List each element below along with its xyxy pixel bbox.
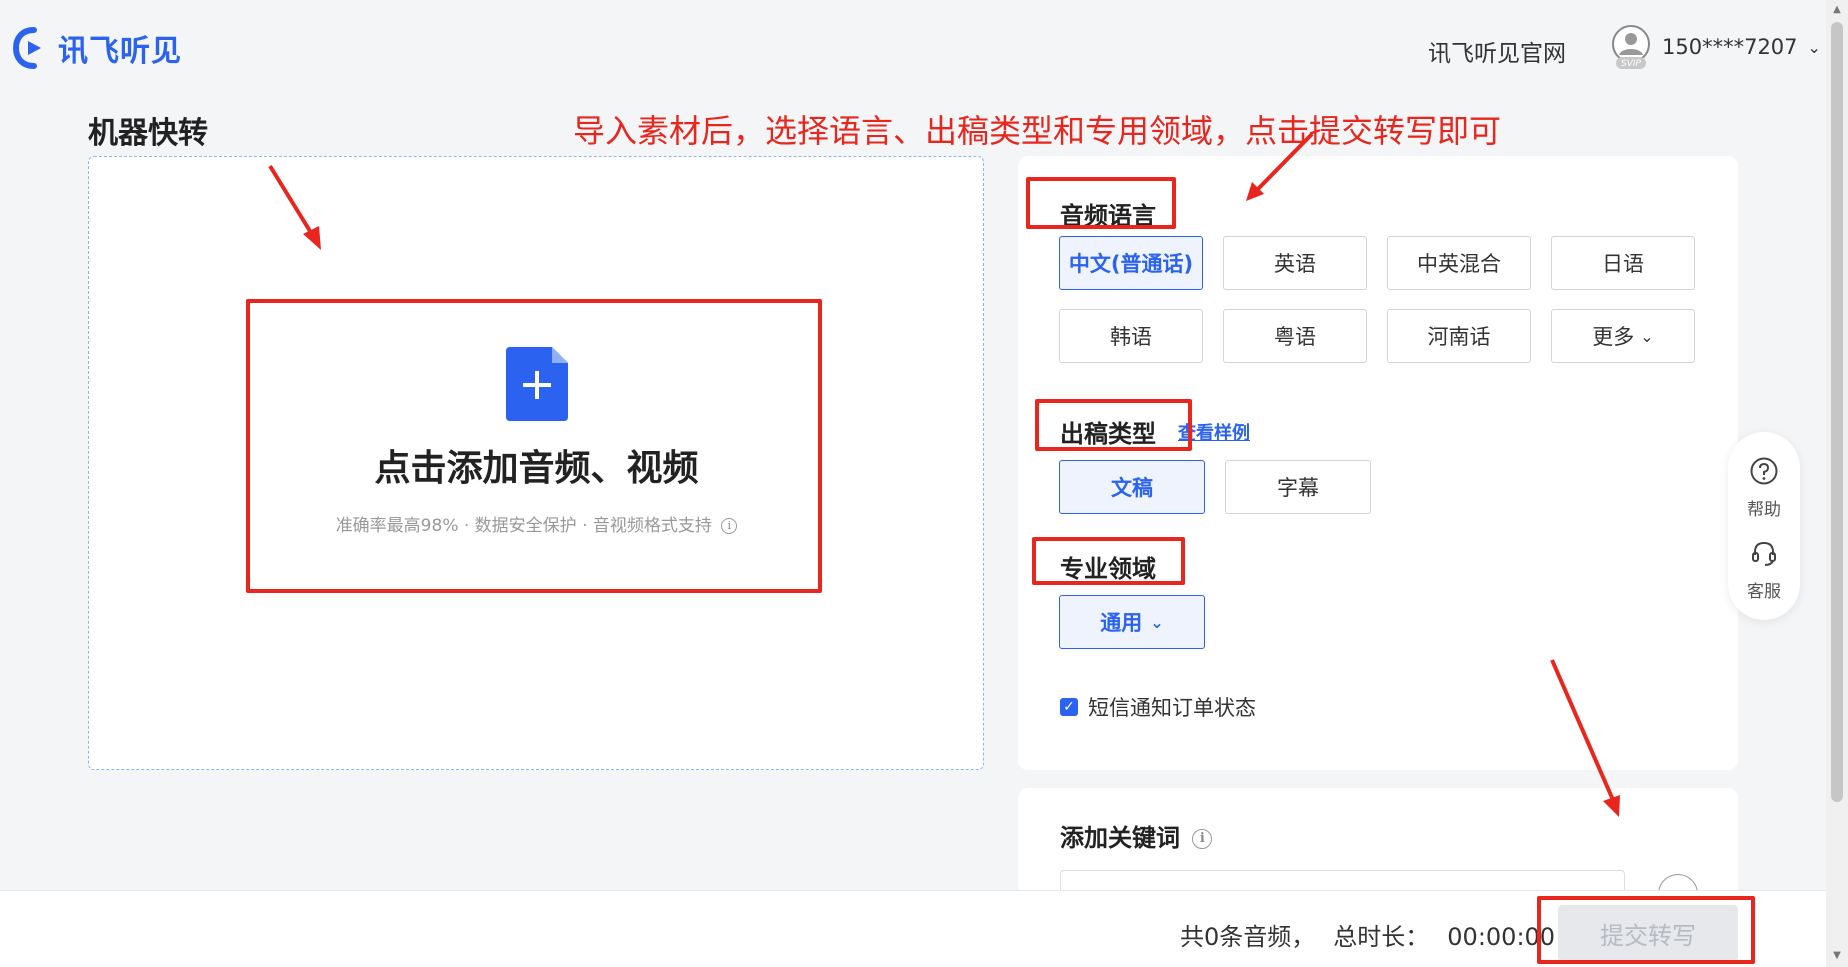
scrollbar[interactable]: ▲ ▼ — [1826, 0, 1848, 967]
logo-text: 讯飞听见 — [58, 34, 182, 69]
domain-value: 通用 — [1100, 611, 1143, 635]
lang-more-dropdown[interactable]: 更多 ⌄ — [1551, 309, 1695, 363]
view-sample-link[interactable]: 查看样例 — [1178, 419, 1250, 445]
help-button[interactable]: 帮助 — [1728, 456, 1800, 520]
user-avatar-icon: SVIP — [1612, 25, 1650, 69]
audio-count: 共0条音频， — [1180, 923, 1316, 951]
svip-badge: SVIP — [1621, 59, 1642, 69]
domain-label: 专业领域 — [1060, 555, 1156, 583]
sms-notify-checkbox[interactable]: ✓ — [1060, 698, 1078, 716]
lang-option-henan[interactable]: 河南话 — [1387, 309, 1531, 363]
keywords-label-text: 添加关键词 — [1060, 824, 1180, 852]
chevron-down-icon: ⌄ — [1640, 326, 1654, 346]
user-menu[interactable]: SVIP 150****7207 ⌄ — [1610, 24, 1821, 70]
page-title: 机器快转 — [88, 116, 208, 151]
help-icon — [1750, 457, 1778, 485]
scroll-down-icon[interactable]: ▼ — [1831, 950, 1843, 961]
logo[interactable]: 讯飞听见 — [12, 24, 182, 72]
keywords-label: 添加关键词 i — [1060, 818, 1213, 853]
info-icon[interactable]: i — [721, 518, 738, 534]
upload-title: 点击添加音频、视频 — [374, 448, 699, 489]
domain-dropdown[interactable]: 通用 ⌄ — [1059, 595, 1205, 649]
avatar: SVIP — [1610, 24, 1652, 70]
chevron-down-icon: ⌄ — [1807, 37, 1821, 57]
help-label: 帮助 — [1747, 500, 1781, 520]
floating-help-bar: 帮助 客服 — [1728, 432, 1800, 620]
language-label: 音频语言 — [1060, 202, 1156, 230]
upload-subtitle: 准确率最高98% · 数据安全保护 · 音视频格式支持 i — [249, 511, 824, 536]
user-phone: 150****7207 — [1662, 35, 1798, 59]
lang-option-mandarin[interactable]: 中文(普通话) — [1059, 236, 1203, 290]
logo-icon — [12, 27, 41, 69]
bottom-bar: 共0条音频， 总时长： 00:00:00 提交转写 — [0, 890, 1826, 967]
output-option-document[interactable]: 文稿 — [1059, 460, 1205, 514]
duration-value: 00:00:00 — [1447, 923, 1556, 951]
lang-more-label: 更多 — [1592, 325, 1635, 349]
lang-option-mixed[interactable]: 中英混合 — [1387, 236, 1531, 290]
duration-label: 总时长： — [1333, 923, 1430, 951]
keywords-panel: 添加关键词 i — [1018, 788, 1738, 898]
service-label: 客服 — [1747, 582, 1781, 602]
upload-dropzone[interactable]: 点击添加音频、视频 准确率最高98% · 数据安全保护 · 音视频格式支持 i — [88, 156, 984, 770]
customer-service-button[interactable]: 客服 — [1728, 538, 1800, 602]
scroll-up-icon[interactable]: ▲ — [1831, 4, 1843, 15]
chevron-down-icon: ⌄ — [1150, 612, 1164, 632]
settings-panel: 音频语言 中文(普通话) 英语 中英混合 日语 韩语 粤语 河南话 更多 ⌄ 出… — [1018, 156, 1738, 770]
sms-notify-row[interactable]: ✓ 短信通知订单状态 — [1060, 692, 1256, 722]
headset-icon — [1752, 541, 1776, 566]
submit-transcription-button[interactable]: 提交转写 — [1558, 905, 1738, 961]
lang-option-cantonese[interactable]: 粤语 — [1223, 309, 1367, 363]
scroll-thumb[interactable] — [1831, 22, 1843, 802]
lang-option-english[interactable]: 英语 — [1223, 236, 1367, 290]
official-site-link[interactable]: 讯飞听见官网 — [1428, 34, 1566, 68]
output-type-label: 出稿类型 — [1060, 420, 1156, 448]
audio-stats: 共0条音频， 总时长： 00:00:00 — [1180, 917, 1573, 952]
add-file-icon — [505, 347, 568, 421]
header: 讯飞听见 讯飞听见官网 SVIP 150****7207 ⌄ — [0, 0, 1848, 96]
instruction-annotation: 导入素材后，选择语言、出稿类型和专用领域，点击提交转写即可 — [573, 112, 1502, 150]
output-option-subtitle[interactable]: 字幕 — [1225, 460, 1371, 514]
info-icon[interactable]: i — [1192, 829, 1213, 849]
lang-option-japanese[interactable]: 日语 — [1551, 236, 1695, 290]
upload-subtitle-text: 准确率最高98% · 数据安全保护 · 音视频格式支持 — [335, 516, 712, 536]
lang-option-korean[interactable]: 韩语 — [1059, 309, 1203, 363]
sms-notify-label: 短信通知订单状态 — [1088, 696, 1256, 720]
upload-content[interactable]: 点击添加音频、视频 准确率最高98% · 数据安全保护 · 音视频格式支持 i — [249, 347, 824, 536]
